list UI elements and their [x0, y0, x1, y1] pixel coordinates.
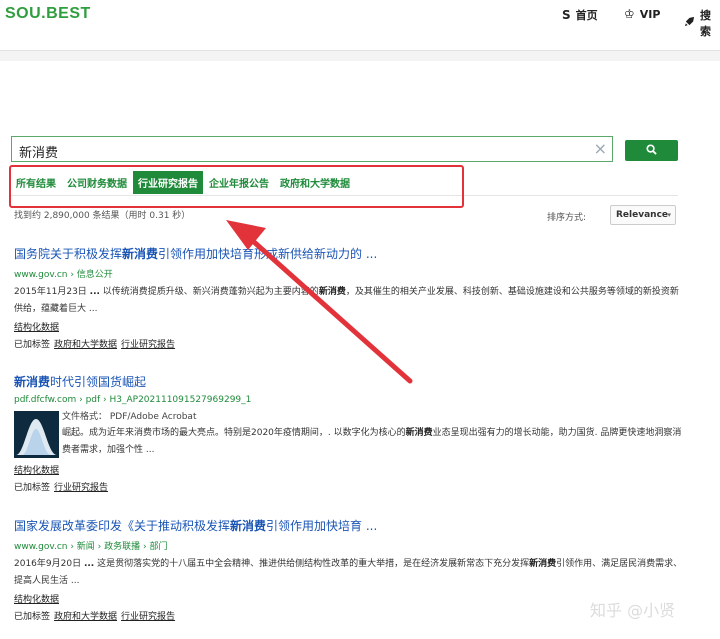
nav-vip-label: VIP [639, 7, 661, 21]
sort-label: 排序方式: [547, 213, 587, 223]
result-title[interactable]: 国务院关于积极发挥新消费引领作用加快培育形成新供给新动力的 ... [14, 245, 684, 262]
crown-icon: ♔ [624, 7, 635, 21]
result-tags: 已加标签 政府和大学数据 行业研究报告 [14, 340, 176, 350]
nav-search[interactable]: 搜索 [684, 7, 720, 39]
tag-link[interactable]: 政府和大学数据 [54, 340, 117, 350]
nav-vip[interactable]: ♔ VIP [624, 7, 660, 21]
search-button[interactable] [625, 140, 678, 161]
rocket-icon [684, 16, 695, 30]
structured-data-link[interactable]: 结构化数据 [14, 463, 684, 476]
tag-link[interactable]: 行业研究报告 [121, 340, 175, 350]
nav-home[interactable]: S 首页 [562, 7, 598, 23]
result-tags: 已加标签 政府和大学数据 行业研究报告 [14, 612, 176, 622]
watermark: 知乎 @小贤 [590, 601, 676, 620]
header-divider-band [0, 51, 720, 61]
clear-icon[interactable]: × [594, 139, 607, 158]
result-item: 国家发展改革委印发《关于推动积极发挥新消费引领作用加快培育 ... www.go… [14, 517, 684, 622]
home-s-icon: S [562, 8, 571, 22]
result-snippet: 2015年11月23日 ... 以传统消费提质升级、新兴消费蓬勃兴起为主要内容的… [14, 287, 679, 314]
sort-value: Relevance [616, 210, 669, 220]
result-title[interactable]: 国家发展改革委印发《关于推动积极发挥新消费引领作用加快培育 ... [14, 517, 684, 534]
structured-data-link[interactable]: 结构化数据 [14, 592, 684, 605]
result-item: 国务院关于积极发挥新消费引领作用加快培育形成新供给新动力的 ... www.go… [14, 245, 684, 350]
result-url[interactable]: pdf.dfcfw.com › pdf › H3_AP2021110915279… [14, 395, 684, 405]
search-input[interactable]: 新消费 × [11, 136, 613, 162]
result-snippet: 2016年9月20日 ... 这是贯彻落实党的十八届五中全会精神、推进供给侧结构… [14, 559, 683, 586]
top-bar: SOU.BEST S 首页 ♔ VIP 搜索 [0, 0, 720, 51]
result-stats: 找到约 2,890,000 条结果（用时 0.31 秒） [14, 211, 191, 221]
chevron-down-icon: ▾ [667, 211, 671, 219]
tag-link[interactable]: 行业研究报告 [121, 612, 175, 622]
pdf-thumbnail[interactable] [14, 411, 59, 458]
tag-link[interactable]: 行业研究报告 [54, 483, 108, 493]
result-item: 新消费时代引领国货崛起 pdf.dfcfw.com › pdf › H3_AP2… [14, 373, 684, 493]
result-url[interactable]: www.gov.cn › 新闻 › 政务联播 › 部门 [14, 539, 684, 552]
result-tags: 已加标签 行业研究报告 [14, 483, 109, 493]
nav-home-label: 首页 [575, 9, 598, 22]
annotation-highlight-box [9, 165, 464, 208]
structured-data-link[interactable]: 结构化数据 [14, 320, 684, 333]
result-title[interactable]: 新消费时代引领国货崛起 [14, 373, 684, 390]
result-snippet: 崛起。成为近年来消费市场的最大亮点。特别是2020年疫情期间，. 以数字化为核心… [62, 428, 682, 455]
result-url[interactable]: www.gov.cn › 信息公开 [14, 267, 684, 280]
site-logo[interactable]: SOU.BEST [5, 5, 91, 23]
magnifier-icon [646, 144, 657, 155]
file-format: 文件格式： PDF/Adobe Acrobat [62, 412, 197, 422]
sort-select[interactable]: Relevance ▾ [610, 205, 676, 225]
tag-link[interactable]: 政府和大学数据 [54, 612, 117, 622]
search-query[interactable]: 新消费 [19, 142, 58, 161]
nav-search-label: 搜索 [700, 9, 711, 38]
